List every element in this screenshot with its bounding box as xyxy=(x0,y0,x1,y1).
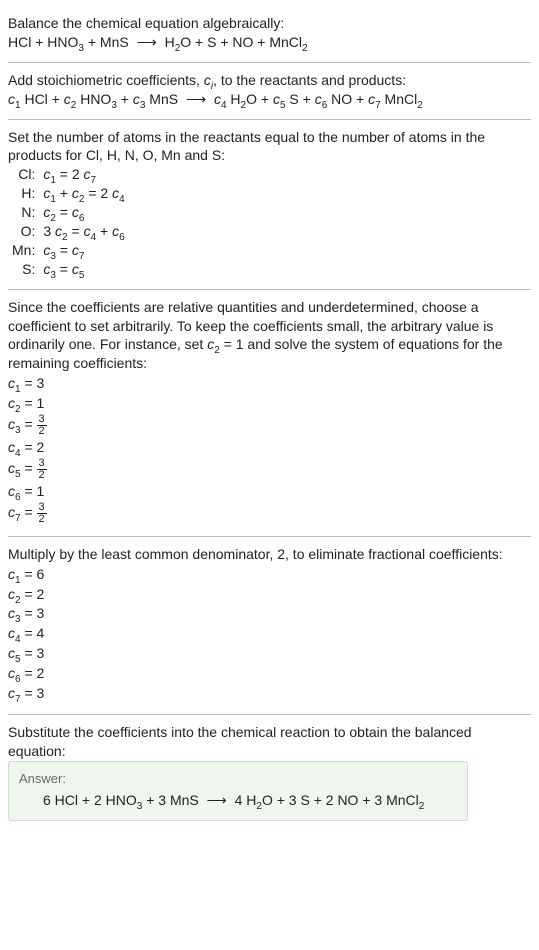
mncl2-sub: 2 xyxy=(417,99,423,110)
stoich-line1: Add stoichiometric coefficients, ci, to … xyxy=(8,71,531,90)
ans-rhs-b: O + 3 S + 2 NO + 3 MnCl xyxy=(262,792,419,808)
intro-lhs1: HCl + HNO xyxy=(8,34,78,50)
c6: c xyxy=(315,91,322,107)
stoich-equation: c1 HCl + c2 HNO3 + c3 MnS ⟶ c4 H2O + c5 … xyxy=(8,90,531,109)
hno3-sub: 3 xyxy=(111,99,117,110)
atom-element-label: H: xyxy=(8,184,39,203)
c2: c xyxy=(64,91,71,107)
atom-equation-row: O:3 c2 = c4 + c6 xyxy=(8,222,129,241)
answer-box: Answer: 6 HCl + 2 HNO3 + 3 MnS ⟶ 4 H2O +… xyxy=(8,761,468,821)
atom-element-label: O: xyxy=(8,222,39,241)
coefficient-line: c7 = 3 xyxy=(8,684,531,703)
atom-element-label: Mn: xyxy=(8,241,39,260)
c5: c xyxy=(273,91,280,107)
answer-label: Answer: xyxy=(19,770,457,788)
coefficient-line: c1 = 3 xyxy=(8,374,531,393)
c3: c xyxy=(133,91,140,107)
h2o-sub: 2 xyxy=(241,99,247,110)
intro-lhs2: + MnS xyxy=(84,34,129,50)
answer-equation: 6 HCl + 2 HNO3 + 3 MnS ⟶ 4 H2O + 3 S + 2… xyxy=(19,791,457,810)
c1: c xyxy=(8,91,15,107)
lcd-text: Multiply by the least common denominator… xyxy=(8,545,531,564)
solution1-list: c1 = 3c2 = 1c3 = 32c4 = 2c5 = 32c6 = 1c7… xyxy=(8,374,531,525)
stoich-text-a: Add stoichiometric coefficients, xyxy=(8,72,204,88)
coefficient-line: c6 = 2 xyxy=(8,664,531,683)
c4-sub: 4 xyxy=(221,99,227,110)
coefficient-line: c4 = 2 xyxy=(8,438,531,457)
coefficient-line: c3 = 32 xyxy=(8,414,531,437)
solution2-list: c1 = 6c2 = 2c3 = 3c4 = 4c5 = 3c6 = 2c7 =… xyxy=(8,565,531,703)
stoich-text-b: , to the reactants and products: xyxy=(213,72,406,88)
intro-rhs1: H xyxy=(165,34,175,50)
intro-rhs2: O + S + NO + MnCl xyxy=(180,34,302,50)
coefficient-line: c1 = 6 xyxy=(8,565,531,584)
ans-lhs1: 6 HCl + 2 HNO xyxy=(43,792,137,808)
coefficient-line: c6 = 1 xyxy=(8,482,531,501)
atom-equation-row: N:c2 = c6 xyxy=(8,203,129,222)
intro-section: Balance the chemical equation algebraica… xyxy=(8,6,531,62)
c3-sub: 3 xyxy=(140,99,146,110)
coefficient-line: c2 = 1 xyxy=(8,394,531,413)
atom-equation-row: Mn:c3 = c7 xyxy=(8,241,129,260)
c7-sub: 7 xyxy=(375,99,381,110)
intro-line1: Balance the chemical equation algebraica… xyxy=(8,14,531,33)
atom-element-label: N: xyxy=(8,203,39,222)
stoich-section: Add stoichiometric coefficients, ci, to … xyxy=(8,63,531,119)
ans-sub2b: 2 xyxy=(419,801,425,812)
atom-element-label: S: xyxy=(8,260,39,279)
intro-equation: HCl + HNO3 + MnS ⟶ H2O + S + NO + MnCl2 xyxy=(8,33,531,52)
atom-equation: c1 + c2 = 2 c4 xyxy=(39,184,128,203)
ans-rhs-a: 4 H xyxy=(235,792,257,808)
substitute-section: Substitute the coefficients into the che… xyxy=(8,715,531,831)
coefficient-line: c5 = 32 xyxy=(8,458,531,481)
coefficient-line: c5 = 3 xyxy=(8,644,531,663)
lcd-section: Multiply by the least common denominator… xyxy=(8,537,531,714)
atom-intro: Set the number of atoms in the reactants… xyxy=(8,128,531,166)
atom-equation-row: S:c3 = c5 xyxy=(8,260,129,279)
ci-var: c xyxy=(204,72,211,88)
coefficient-line: c7 = 32 xyxy=(8,502,531,525)
c1-sub: 1 xyxy=(15,99,21,110)
atom-element-label: Cl: xyxy=(8,165,39,184)
atom-equation: c2 = c6 xyxy=(39,203,128,222)
arrow-icon: ⟶ xyxy=(137,33,157,52)
atom-equation: c3 = c5 xyxy=(39,260,128,279)
atom-equation: 3 c2 = c4 + c6 xyxy=(39,222,128,241)
substitute-text: Substitute the coefficients into the che… xyxy=(8,723,531,761)
atom-equation: c1 = 2 c7 xyxy=(39,165,128,184)
atom-section: Set the number of atoms in the reactants… xyxy=(8,120,531,289)
arrow-icon-3: ⟶ xyxy=(207,791,227,810)
coefficient-line: c3 = 3 xyxy=(8,604,531,623)
c2-sub: 2 xyxy=(71,99,77,110)
c6-sub: 6 xyxy=(322,99,328,110)
arrow-icon-2: ⟶ xyxy=(186,90,206,109)
atom-equations-table: Cl:c1 = 2 c7H:c1 + c2 = 2 c4N:c2 = c6O:3… xyxy=(8,165,129,278)
coefficient-line: c4 = 4 xyxy=(8,624,531,643)
sub-2b: 2 xyxy=(302,43,308,54)
underdetermined-section: Since the coefficients are relative quan… xyxy=(8,290,531,536)
c4: c xyxy=(214,91,221,107)
atom-equation-row: H:c1 + c2 = 2 c4 xyxy=(8,184,129,203)
atom-equation-row: Cl:c1 = 2 c7 xyxy=(8,165,129,184)
coefficient-line: c2 = 2 xyxy=(8,585,531,604)
ans-lhs2: + 3 MnS xyxy=(142,792,198,808)
c5-sub: 5 xyxy=(280,99,286,110)
atom-equation: c3 = c7 xyxy=(39,241,128,260)
underdet-text: Since the coefficients are relative quan… xyxy=(8,298,531,374)
